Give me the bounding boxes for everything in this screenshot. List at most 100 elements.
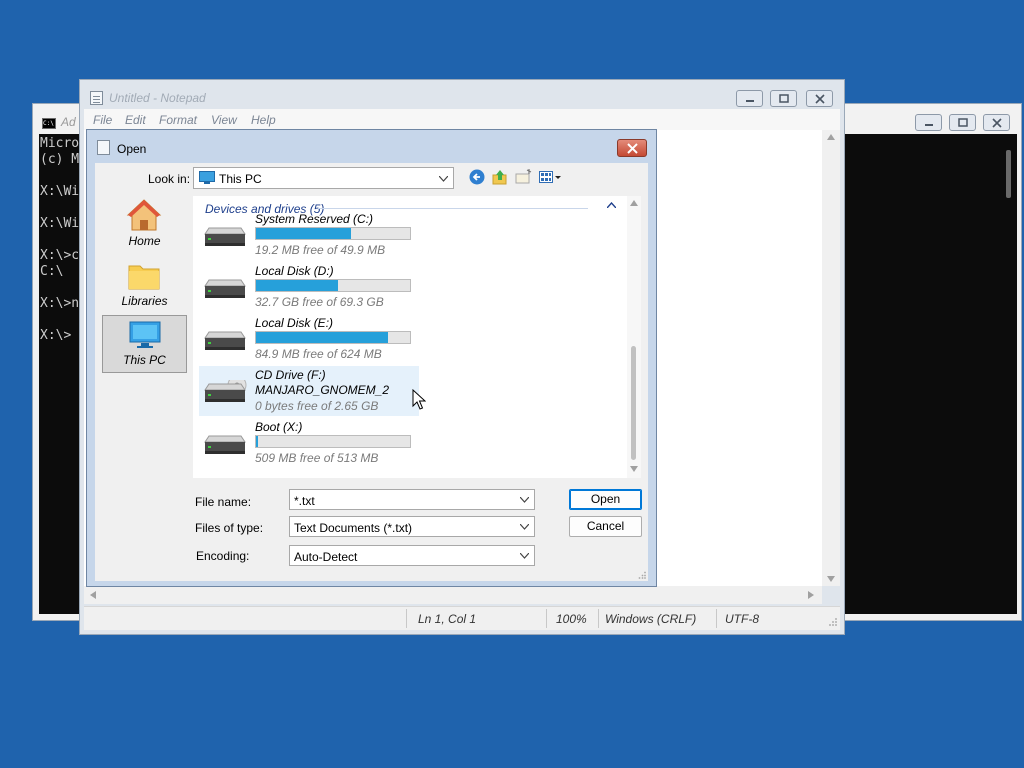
- menu-edit[interactable]: Edit: [125, 113, 146, 127]
- chevron-up-icon[interactable]: [607, 202, 616, 208]
- status-zoom: 100%: [556, 612, 587, 626]
- cd-drive-icon: [204, 380, 247, 402]
- place-home-label: Home: [128, 234, 161, 248]
- console-minimize-button[interactable]: [915, 114, 942, 131]
- home-icon: [126, 199, 162, 231]
- dialog-title: Open: [117, 142, 147, 156]
- view-menu-icon[interactable]: [539, 169, 563, 185]
- scroll-down-arrow-icon[interactable]: [630, 466, 638, 472]
- drive-item[interactable]: CD Drive (F:) MANJARO_GNOMEM_2 0 bytes fre…: [199, 366, 419, 416]
- encoding-dropdown[interactable]: Auto-Detect: [289, 545, 535, 566]
- cancel-button[interactable]: Cancel: [569, 516, 642, 537]
- menu-help[interactable]: Help: [251, 113, 276, 127]
- drive-usage-fill: [256, 332, 389, 343]
- open-dialog[interactable]: Open Look in: This PC Home Libraries Thi…: [86, 129, 657, 587]
- notepad-title: Untitled - Notepad: [109, 91, 206, 105]
- chevron-down-icon: [439, 176, 448, 182]
- new-folder-icon[interactable]: [515, 169, 533, 185]
- drive-item[interactable]: System Reserved (C:) 19.2 MB free of 49.9…: [199, 210, 419, 260]
- libraries-folder-icon: [128, 265, 160, 290]
- chevron-down-icon: [520, 524, 529, 530]
- status-separator: [546, 609, 547, 628]
- maximize-icon: [779, 94, 789, 103]
- back-icon[interactable]: [469, 169, 485, 185]
- drive-usage-bar: [255, 331, 411, 344]
- status-separator: [406, 609, 407, 628]
- notepad-statusbar: Ln 1, Col 1 100% Windows (CRLF) UTF-8: [84, 606, 840, 630]
- file-name-input[interactable]: *.txt: [289, 489, 535, 510]
- dialog-icon: [97, 140, 110, 155]
- notepad-maximize-button[interactable]: [770, 90, 797, 107]
- notepad-menubar: File Edit Format View Help: [84, 109, 840, 130]
- drive-name: Boot (X:): [255, 420, 303, 434]
- scroll-up-arrow-icon[interactable]: [827, 134, 835, 140]
- resize-grip-icon[interactable]: [638, 571, 647, 580]
- file-name-value: *.txt: [294, 494, 315, 508]
- console-scrollbar[interactable]: [1001, 134, 1017, 614]
- this-pc-icon: [129, 321, 161, 348]
- hard-drive-icon: [204, 331, 246, 350]
- notepad-close-button[interactable]: [806, 90, 833, 107]
- scroll-down-arrow-icon[interactable]: [827, 576, 835, 582]
- place-this-pc[interactable]: This PC: [102, 315, 187, 373]
- drive-name: Local Disk (E:): [255, 316, 334, 330]
- drive-name: CD Drive (F:): [255, 368, 326, 382]
- notepad-horizontal-scrollbar[interactable]: [84, 586, 822, 604]
- look-in-dropdown[interactable]: This PC: [193, 167, 454, 189]
- this-pc-icon: [199, 171, 215, 184]
- file-list-scroll-thumb[interactable]: [631, 346, 636, 460]
- notepad-minimize-button[interactable]: [736, 90, 763, 107]
- drive-item[interactable]: Local Disk (E:) 84.9 MB free of 624 MB: [199, 314, 419, 364]
- menu-view[interactable]: View: [211, 113, 237, 127]
- open-button[interactable]: Open: [569, 489, 642, 510]
- maximize-icon: [958, 118, 968, 127]
- scroll-left-arrow-icon[interactable]: [90, 591, 96, 599]
- group-divider: [318, 208, 588, 209]
- look-in-label: Look in:: [148, 172, 191, 186]
- cmd-icon: C:\: [42, 118, 56, 129]
- drive-free-space: 32.7 GB free of 69.3 GB: [255, 295, 384, 309]
- file-list-scrollbar[interactable]: [627, 196, 641, 478]
- drive-free-space: 0 bytes free of 2.65 GB: [255, 399, 379, 413]
- mouse-pointer-icon: [412, 389, 426, 410]
- scroll-up-arrow-icon[interactable]: [630, 200, 638, 206]
- drive-name: Local Disk (D:): [255, 264, 334, 278]
- notepad-vertical-scrollbar[interactable]: [822, 130, 840, 586]
- drive-usage-fill: [256, 436, 258, 447]
- chevron-down-icon: [520, 553, 529, 559]
- place-home[interactable]: Home: [102, 196, 187, 254]
- drive-usage-bar: [255, 435, 411, 448]
- drive-usage-bar: [255, 279, 411, 292]
- encoding-value: Auto-Detect: [294, 550, 358, 564]
- minimize-icon: [746, 100, 754, 102]
- file-name-label: File name:: [195, 495, 252, 509]
- scroll-right-arrow-icon[interactable]: [808, 591, 814, 599]
- up-folder-icon[interactable]: [492, 169, 508, 185]
- console-output: Micro (c) M X:\Wi X:\Wi X:\>c C:\ X:\>n …: [40, 136, 80, 343]
- drive-usage-bar: [255, 227, 411, 240]
- menu-file[interactable]: File: [93, 113, 112, 127]
- dialog-close-button[interactable]: [617, 139, 647, 157]
- files-of-type-dropdown[interactable]: Text Documents (*.txt): [289, 516, 535, 537]
- drive-name: System Reserved (C:): [255, 212, 374, 226]
- chevron-down-icon[interactable]: [520, 497, 529, 503]
- file-list[interactable]: Devices and drives (5) System Reserved (…: [193, 196, 634, 478]
- resize-grip-icon[interactable]: [828, 617, 838, 627]
- hard-drive-icon: [204, 227, 246, 246]
- drive-usage-fill: [256, 280, 338, 291]
- place-this-pc-label: This PC: [123, 353, 166, 367]
- console-title: Ad: [61, 115, 76, 129]
- drive-item[interactable]: Local Disk (D:) 32.7 GB free of 69.3 GB: [199, 262, 419, 312]
- drive-free-space: 84.9 MB free of 624 MB: [255, 347, 382, 361]
- status-line-ending: Windows (CRLF): [605, 612, 697, 626]
- console-maximize-button[interactable]: [949, 114, 976, 131]
- drive-item[interactable]: Boot (X:) 509 MB free of 513 MB: [199, 418, 419, 468]
- place-libraries[interactable]: Libraries: [102, 256, 187, 314]
- menu-format[interactable]: Format: [159, 113, 197, 127]
- encoding-label: Encoding:: [196, 549, 250, 563]
- console-scroll-thumb[interactable]: [1006, 150, 1011, 198]
- console-close-button[interactable]: [983, 114, 1010, 131]
- places-bar: Home Libraries This PC: [101, 196, 189, 608]
- drive-volume-label: MANJARO_GNOMEM_2: [255, 383, 390, 397]
- status-position: Ln 1, Col 1: [418, 612, 477, 626]
